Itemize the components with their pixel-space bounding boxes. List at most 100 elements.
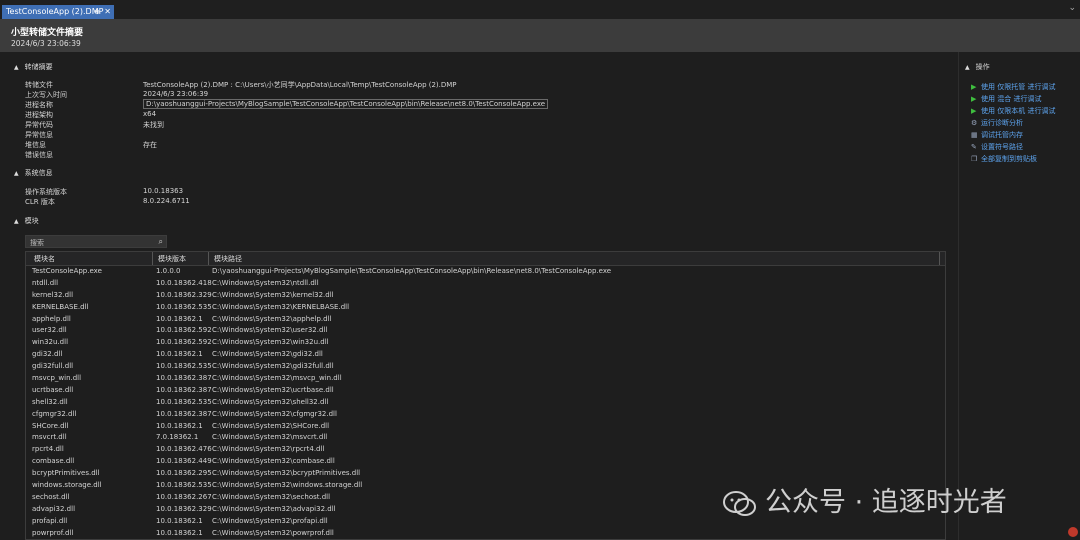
module-name-cell: TestConsoleApp.exe: [32, 267, 102, 275]
module-name-cell: powrprof.dll: [32, 528, 74, 537]
column-header-module-name[interactable]: 模块名: [34, 254, 55, 264]
section-title: 转储摘要: [24, 63, 53, 71]
table-row[interactable]: combase.dll 10.0.18362.449 C:\Windows\Syst…: [26, 456, 945, 468]
table-row[interactable]: TestConsoleApp.exe 1.0.0.0 D:\yaoshuanggui…: [26, 266, 945, 278]
module-path-cell: C:\Windows\System32\apphelp.dll: [212, 314, 332, 323]
table-row[interactable]: apphelp.dll 10.0.18362.1 C:\Windows\System…: [26, 314, 945, 326]
close-icon[interactable]: ✕: [104, 5, 111, 19]
search-icon[interactable]: ⌕: [159, 237, 163, 247]
module-version-cell: 10.0.18362.1: [156, 516, 203, 525]
dump-field-value: x64: [143, 110, 157, 118]
module-version-cell: 10.0.18362.1: [156, 421, 203, 430]
module-version-cell: 7.0.18362.1: [156, 433, 199, 442]
table-row[interactable]: kernel32.dll 10.0.18362.329 C:\Windows\Sys…: [26, 290, 945, 302]
actions-title[interactable]: ▲ 操作: [965, 62, 990, 72]
system-field-value: 10.0.18363: [143, 187, 184, 195]
section-modules[interactable]: ▲ 模块: [14, 216, 39, 226]
dump-field-value: 存在: [143, 141, 157, 149]
action-link[interactable]: ✎ 设置符号路径: [971, 142, 1023, 152]
page-subtitle: 2024/6/3 23:06:39: [11, 39, 81, 48]
module-version-cell: 10.0.18362.1: [156, 528, 203, 537]
module-version-cell: 10.0.18362.418: [156, 278, 212, 287]
section-system-info[interactable]: ▲ 系统信息: [14, 168, 53, 178]
module-name-cell: shell32.dll: [32, 397, 68, 406]
module-version-cell: 10.0.18362.387: [156, 385, 212, 394]
module-name-cell: user32.dll: [32, 326, 67, 335]
module-path-cell: C:\Windows\System32\sechost.dll: [212, 492, 331, 501]
tab-overflow-icon[interactable]: ⌄: [1068, 3, 1076, 13]
play-icon: ▶: [971, 107, 977, 115]
table-row[interactable]: ucrtbase.dll 10.0.18362.387 C:\Windows\Sys…: [26, 385, 945, 397]
section-dump-summary[interactable]: ▲ 转储摘要: [14, 62, 53, 72]
module-version-cell: 10.0.18362.592: [156, 338, 212, 347]
module-version-cell: 10.0.18362.387: [156, 409, 212, 418]
module-version-cell: 1.0.0.0: [156, 267, 181, 275]
module-name-cell: bcryptPrimitives.dll: [32, 469, 100, 478]
column-header-module-path[interactable]: 模块路径: [214, 254, 242, 264]
module-version-cell: 10.0.18362.535: [156, 481, 212, 490]
table-row[interactable]: gdi32full.dll 10.0.18362.535 C:\Windows\Sy…: [26, 361, 945, 373]
module-path-cell: C:\Windows\System32\ucrtbase.dll: [212, 385, 334, 394]
module-path-cell: C:\Windows\System32\KERNELBASE.dll: [212, 302, 350, 311]
table-row[interactable]: user32.dll 10.0.18362.592 C:\Windows\Syste…: [26, 325, 945, 337]
table-row[interactable]: powrprof.dll 10.0.18362.1 C:\Windows\Syste…: [26, 528, 945, 539]
action-link[interactable]: ▦ 调试托管内存: [971, 130, 1023, 140]
module-search-input[interactable]: 搜索 ⌕: [25, 235, 167, 248]
action-label: 使用 混合 进行调试: [981, 95, 1042, 103]
dump-field-label: 进程名称: [25, 101, 53, 109]
collapse-arrow-icon[interactable]: ▲: [14, 218, 19, 225]
module-path-cell: C:\Windows\System32\cfgmgr32.dll: [212, 409, 337, 418]
table-row[interactable]: rpcrt4.dll 10.0.18362.476 C:\Windows\Syste…: [26, 444, 945, 456]
search-placeholder: 搜索: [30, 239, 44, 247]
diagnostics-icon: ⚙: [971, 119, 978, 127]
table-row[interactable]: cfgmgr32.dll 10.0.18362.387 C:\Windows\Sys…: [26, 409, 945, 421]
action-link[interactable]: ⚙ 运行诊断分析: [971, 118, 1023, 128]
action-label: 使用 仅限本机 进行调试: [981, 107, 1056, 115]
table-row[interactable]: SHCore.dll 10.0.18362.1 C:\Windows\System3…: [26, 421, 945, 433]
dump-field-value[interactable]: D:\yaoshuanggui-Projects\MyBlogSample\Te…: [143, 99, 549, 109]
action-label: 调试托管内存: [981, 131, 1023, 139]
system-field-value: 8.0.224.6711: [143, 197, 190, 205]
watermark-text: 公众号 · 追逐时光者: [765, 487, 1007, 518]
dump-field-label: 异常代码: [25, 121, 53, 129]
action-link[interactable]: ▶ 使用 仅限本机 进行调试: [971, 106, 1055, 116]
module-name-cell: kernel32.dll: [32, 290, 74, 299]
collapse-arrow-icon[interactable]: ▲: [14, 170, 19, 177]
action-label: 运行诊断分析: [981, 119, 1023, 127]
module-version-cell: 10.0.18362.535: [156, 362, 212, 371]
dump-field-label: 进程架构: [25, 111, 53, 119]
module-name-cell: combase.dll: [32, 457, 75, 466]
collapse-arrow-icon[interactable]: ▲: [14, 64, 19, 71]
collapse-arrow-icon[interactable]: ▲: [965, 64, 970, 71]
watermark: 公众号 · 追逐时光者: [723, 480, 1007, 519]
action-link[interactable]: ▶ 使用 混合 进行调试: [971, 94, 1041, 104]
system-field-label: 操作系统版本: [25, 188, 67, 196]
module-path-cell: C:\Windows\System32\combase.dll: [212, 457, 335, 466]
module-version-cell: 10.0.18362.449: [156, 457, 212, 466]
copy-icon: ❐: [971, 155, 978, 163]
module-version-cell: 10.0.18362.295: [156, 469, 212, 478]
table-row[interactable]: msvcp_win.dll 10.0.18362.387 C:\Windows\Sy…: [26, 373, 945, 385]
table-row[interactable]: win32u.dll 10.0.18362.592 C:\Windows\Syste…: [26, 337, 945, 349]
module-path-cell: C:\Windows\System32\gdi32full.dll: [212, 362, 334, 371]
dump-field-value: 未找到: [143, 121, 164, 129]
action-link[interactable]: ❐ 全部复制到剪贴板: [971, 154, 1037, 164]
module-path-cell: C:\Windows\System32\user32.dll: [212, 326, 328, 335]
table-row[interactable]: gdi32.dll 10.0.18362.1 C:\Windows\System32…: [26, 349, 945, 361]
table-row[interactable]: ntdll.dll 10.0.18362.418 C:\Windows\System…: [26, 278, 945, 290]
tab-label: TestConsoleApp (2).DMP: [6, 7, 104, 16]
column-header-module-version[interactable]: 模块版本: [158, 254, 186, 264]
action-link[interactable]: ▶ 使用 仅限托管 进行调试: [971, 82, 1055, 92]
table-row[interactable]: bcryptPrimitives.dll 10.0.18362.295 C:\Win…: [26, 468, 945, 480]
symbol-path-icon: ✎: [971, 143, 977, 151]
table-row[interactable]: msvcrt.dll 7.0.18362.1 C:\Windows\System32…: [26, 432, 945, 444]
table-row[interactable]: KERNELBASE.dll 10.0.18362.535 C:\Windows\S…: [26, 302, 945, 314]
module-path-cell: C:\Windows\System32\advapi32.dll: [212, 504, 336, 513]
dump-field-label: 转储文件: [25, 81, 53, 89]
pin-icon[interactable]: ⊕: [94, 5, 100, 19]
module-path-cell: C:\Windows\System32\win32u.dll: [212, 338, 329, 347]
table-row[interactable]: shell32.dll 10.0.18362.535 C:\Windows\Syst…: [26, 397, 945, 409]
module-name-cell: ntdll.dll: [32, 278, 59, 287]
tab-dump-file[interactable]: TestConsoleApp (2).DMP ⊕ ✕: [2, 5, 114, 19]
module-version-cell: 10.0.18362.329: [156, 504, 212, 513]
